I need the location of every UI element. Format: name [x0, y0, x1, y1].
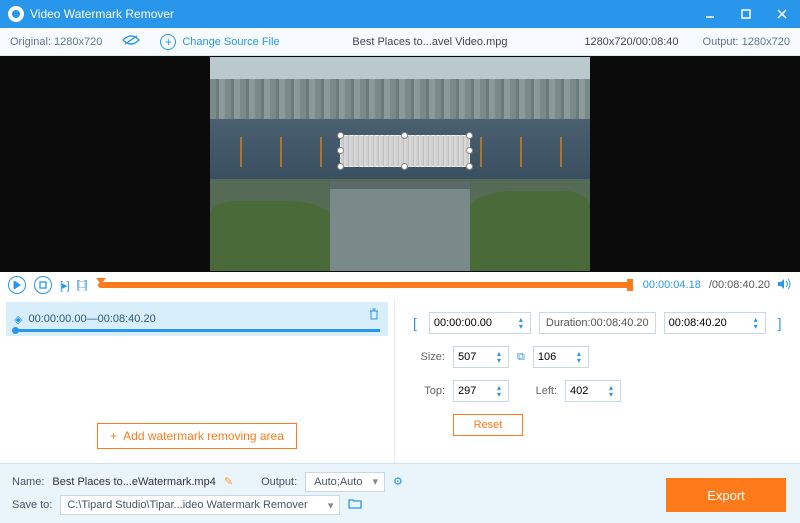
output-bar: Name: Best Places to...eWatermark.mp4 ✎ …	[0, 463, 800, 523]
output-settings-icon[interactable]: ⚙	[393, 475, 403, 488]
resize-handle-s[interactable]	[401, 163, 408, 170]
change-source-button[interactable]: + Change Source File	[150, 34, 289, 50]
spin-down[interactable]: ▾	[494, 391, 504, 398]
add-area-label: Add watermark removing area	[123, 429, 284, 443]
total-time: /00:08:40.20	[709, 279, 770, 291]
name-label: Name:	[12, 476, 44, 488]
maximize-button[interactable]	[728, 0, 764, 28]
save-path-select[interactable]: C:\Tipard Studio\Tipar...ideo Watermark …	[60, 495, 340, 515]
source-dimensions-time: 1280x720/00:08:40	[570, 36, 692, 48]
reset-button[interactable]: Reset	[453, 414, 523, 436]
plus-icon: +	[110, 429, 117, 443]
range-end-field[interactable]: ▴▾	[664, 312, 766, 334]
segments-panel: ◈ 00:00:00.00 — 00:08:40.20 + Add waterm…	[0, 298, 395, 463]
properties-panel: [ ▴▾ Duration:00:08:40.20 ▴▾ ] Size: ▴▾ …	[395, 298, 800, 463]
plus-icon: +	[160, 34, 176, 50]
top-field[interactable]: ▴▾	[453, 380, 509, 402]
volume-icon[interactable]	[778, 278, 792, 293]
open-folder-icon[interactable]	[348, 498, 362, 512]
resize-handle-ne[interactable]	[466, 132, 473, 139]
resize-handle-nw[interactable]	[337, 132, 344, 139]
left-field[interactable]: ▴▾	[565, 380, 621, 402]
preview-toggle-icon[interactable]	[112, 34, 150, 49]
segment-end: 00:08:40.20	[98, 313, 156, 325]
seek-end-marker[interactable]	[627, 279, 633, 291]
resize-handle-sw[interactable]	[337, 163, 344, 170]
original-dimensions: Original: 1280x720	[0, 36, 112, 48]
height-field[interactable]: ▴▾	[533, 346, 589, 368]
segment-start: 00:00:00.00	[28, 313, 86, 325]
seek-bar[interactable]	[98, 282, 630, 288]
current-time: 00:00:04.18	[643, 279, 701, 291]
save-to-label: Save to:	[12, 499, 52, 511]
source-filename: Best Places to...avel Video.mpg	[290, 36, 571, 48]
chevron-down-icon: ▾	[372, 475, 378, 488]
play-button[interactable]	[8, 276, 26, 294]
spin-down[interactable]: ▾	[751, 323, 761, 330]
app-logo	[8, 6, 24, 22]
watermark-selection-box[interactable]	[340, 135, 470, 167]
range-end-bracket[interactable]: ]	[774, 315, 786, 331]
range-start-field[interactable]: ▴▾	[429, 312, 531, 334]
segment-range-bar[interactable]	[14, 329, 380, 332]
export-button[interactable]: Export	[666, 478, 786, 512]
add-area-button[interactable]: + Add watermark removing area	[97, 423, 297, 449]
spin-down[interactable]: ▾	[516, 323, 526, 330]
output-format-select[interactable]: Auto;Auto ▾	[305, 472, 385, 492]
resize-handle-w[interactable]	[337, 147, 344, 154]
chevron-down-icon: ▾	[328, 499, 334, 512]
info-toolbar: Original: 1280x720 + Change Source File …	[0, 28, 800, 56]
edit-name-icon[interactable]: ✎	[224, 475, 233, 488]
eraser-icon: ◈	[14, 313, 22, 326]
duration-box: Duration:00:08:40.20	[539, 312, 656, 334]
change-source-label: Change Source File	[182, 36, 279, 48]
seek-thumb[interactable]	[96, 278, 106, 292]
video-preview[interactable]	[0, 56, 800, 272]
segment-item[interactable]: ◈ 00:00:00.00 — 00:08:40.20	[6, 302, 388, 336]
set-end-button[interactable]: [□]	[77, 279, 87, 291]
close-button[interactable]	[764, 0, 800, 28]
output-label: Output:	[261, 476, 297, 488]
resize-handle-n[interactable]	[401, 132, 408, 139]
resize-handle-se[interactable]	[466, 163, 473, 170]
range-start-bracket[interactable]: [	[409, 315, 421, 331]
titlebar: Video Watermark Remover	[0, 0, 800, 28]
output-name: Best Places to...eWatermark.mp4	[52, 476, 215, 488]
stop-button[interactable]	[34, 276, 52, 294]
set-start-button[interactable]: [▸]	[60, 279, 69, 292]
left-label: Left:	[517, 385, 557, 397]
minimize-button[interactable]	[692, 0, 728, 28]
video-frame	[210, 57, 590, 271]
playback-controls: [▸] [□] 00:00:04.18/00:08:40.20	[0, 272, 800, 298]
app-title: Video Watermark Remover	[30, 7, 174, 21]
link-aspect-icon[interactable]: ⧉	[517, 351, 525, 364]
width-field[interactable]: ▴▾	[453, 346, 509, 368]
spin-down[interactable]: ▾	[574, 357, 584, 364]
size-label: Size:	[409, 351, 445, 363]
spin-down[interactable]: ▾	[494, 357, 504, 364]
delete-segment-icon[interactable]	[368, 308, 380, 323]
top-label: Top:	[409, 385, 445, 397]
output-dimensions: Output: 1280x720	[693, 36, 800, 48]
resize-handle-e[interactable]	[466, 147, 473, 154]
spin-down[interactable]: ▾	[606, 391, 616, 398]
